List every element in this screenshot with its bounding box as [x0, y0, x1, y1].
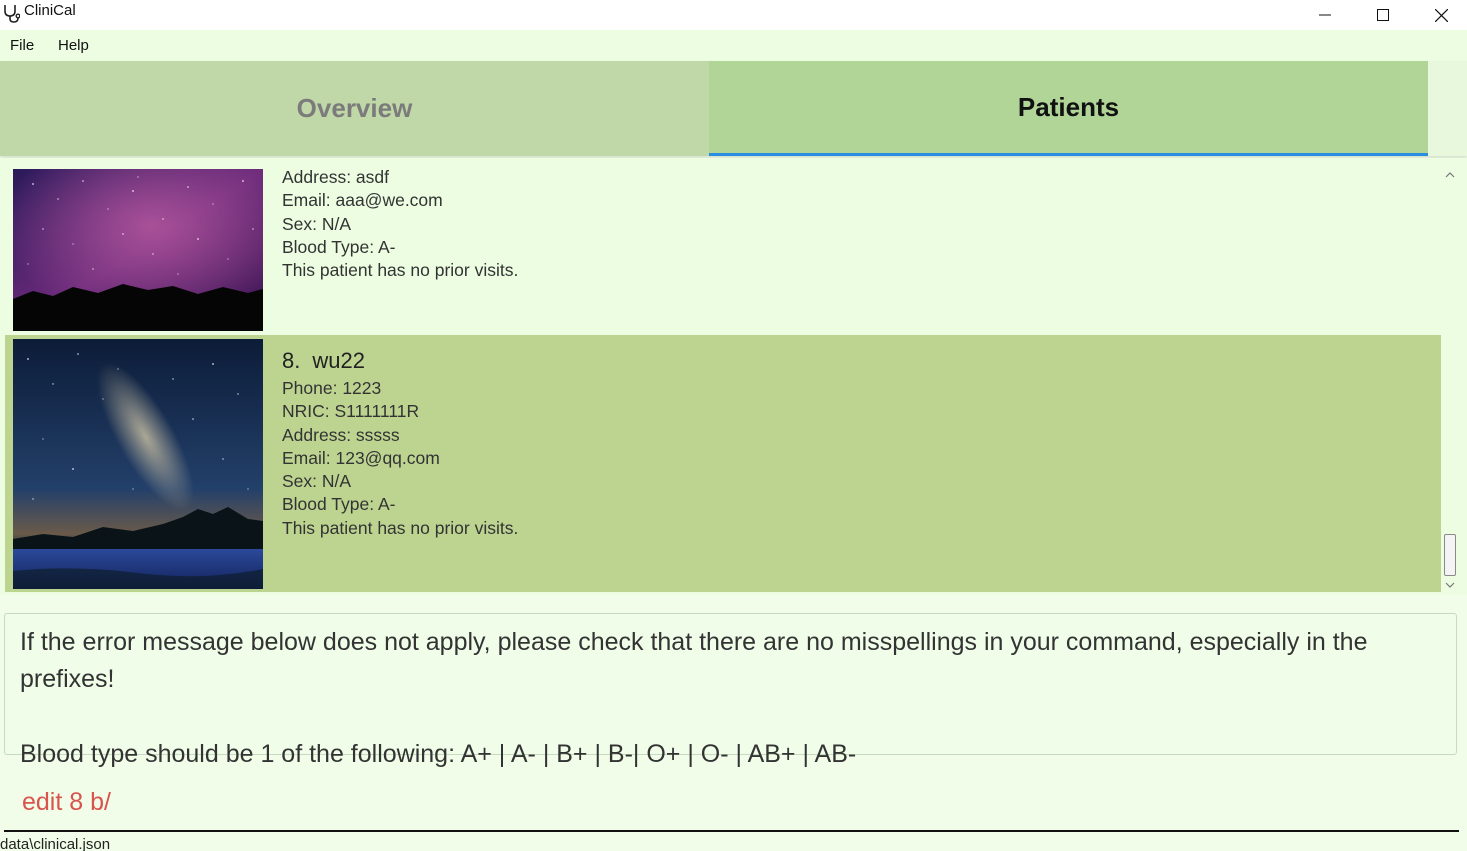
tab-overview[interactable]: Overview	[0, 61, 709, 156]
patient-card-selected[interactable]: 8. wu22 Phone: 1223 NRIC: S1111111R Addre…	[5, 335, 1441, 592]
patient-email: Email: aaa@we.com	[282, 190, 443, 211]
patient-name-text: wu22	[312, 348, 365, 373]
result-line-error: Blood type should be 1 of the following:…	[20, 740, 857, 768]
patient-name: 8. wu22	[282, 347, 518, 375]
minimize-button[interactable]	[1296, 0, 1354, 30]
patient-details: 8. wu22 Phone: 1223 NRIC: S1111111R Addre…	[282, 347, 518, 540]
patient-nric: NRIC: S1111111R	[282, 401, 420, 422]
menu-bar: File Help	[0, 30, 1467, 61]
stethoscope-icon	[2, 3, 21, 23]
patient-address: Address: asdf	[282, 167, 389, 187]
title-bar: CliniCal	[0, 0, 1467, 30]
command-input[interactable]	[22, 788, 1422, 817]
patient-index: 8.	[282, 348, 301, 373]
patient-list: Address: asdf Email: aaa@we.com Sex: N/A…	[0, 158, 1467, 595]
patient-list-scrollbar[interactable]	[1441, 168, 1459, 592]
maximize-button[interactable]	[1354, 0, 1412, 30]
patient-details: Address: asdf Email: aaa@we.com Sex: N/A…	[282, 166, 518, 282]
command-box	[4, 776, 1459, 832]
menu-file[interactable]: File	[10, 37, 34, 54]
patient-blood-type: Blood Type: A-	[282, 236, 396, 257]
scroll-down-arrow-icon[interactable]	[1441, 578, 1459, 592]
patient-photo	[13, 339, 263, 589]
window-title: CliniCal	[24, 2, 76, 19]
tab-patients[interactable]: Patients	[709, 61, 1428, 156]
result-line-hint: If the error message below does not appl…	[20, 628, 1368, 693]
patient-address: Address: sssss	[282, 424, 400, 445]
close-button[interactable]	[1412, 0, 1467, 30]
menu-help[interactable]: Help	[58, 37, 89, 54]
patient-blood-type: Blood Type: A-	[282, 494, 396, 515]
patient-visits: This patient has no prior visits.	[282, 260, 519, 281]
patient-card[interactable]: Address: asdf Email: aaa@we.com Sex: N/A…	[5, 158, 1441, 335]
scroll-up-arrow-icon[interactable]	[1441, 168, 1459, 182]
patient-sex: Sex: N/A	[282, 471, 352, 492]
tab-bar: Overview Patients	[0, 61, 1467, 156]
patient-sex: Sex: N/A	[282, 213, 352, 234]
patient-photo	[13, 169, 263, 331]
result-display: If the error message below does not appl…	[4, 613, 1457, 768]
patient-phone: Phone: 1223	[282, 378, 382, 398]
patient-visits: This patient has no prior visits.	[282, 517, 519, 538]
patient-email: Email: 123@qq.com	[282, 447, 440, 468]
status-bar-file-path: data\clinical.json	[0, 836, 111, 851]
scroll-thumb[interactable]	[1444, 534, 1456, 576]
